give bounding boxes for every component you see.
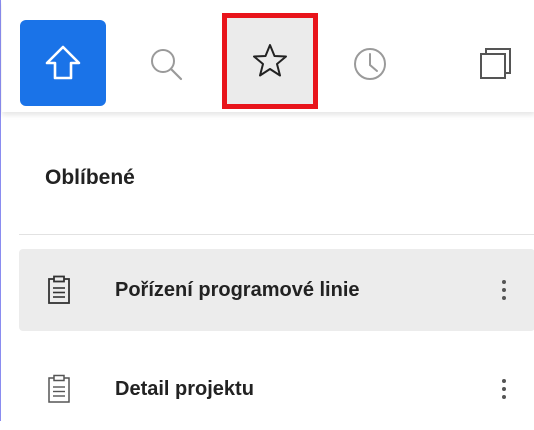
- more-options-button[interactable]: [493, 275, 515, 305]
- more-icon-dot: [502, 288, 506, 292]
- more-icon-dot: [502, 387, 506, 391]
- history-button[interactable]: [328, 22, 412, 106]
- favorites-button[interactable]: [222, 13, 318, 109]
- search-button[interactable]: [124, 22, 208, 106]
- more-icon-dot: [502, 395, 506, 399]
- star-icon: [253, 44, 287, 77]
- more-icon: [502, 379, 506, 383]
- document-icon: [48, 374, 70, 403]
- favorite-item-label: Pořízení programové linie: [115, 278, 360, 301]
- favorite-item[interactable]: Pořízení programové linie: [19, 249, 534, 331]
- more-options-button[interactable]: [493, 374, 515, 404]
- clock-icon: [354, 48, 386, 80]
- home-button[interactable]: [20, 20, 106, 106]
- section-title: Oblíbené: [45, 166, 135, 189]
- favorites-panel: Oblíbené Pořízení programové linie Detai…: [0, 0, 534, 421]
- top-toolbar: [2, 0, 534, 112]
- document-icon: [48, 275, 70, 304]
- search-icon: [151, 49, 183, 81]
- windows-button[interactable]: [454, 22, 534, 106]
- more-icon: [502, 280, 506, 284]
- favorite-item[interactable]: Detail projektu: [19, 348, 534, 430]
- windows-icon: [480, 48, 511, 79]
- more-icon-dot: [502, 296, 506, 300]
- divider: [19, 234, 534, 235]
- home-icon: [45, 45, 81, 80]
- favorite-item-label: Detail projektu: [115, 377, 254, 400]
